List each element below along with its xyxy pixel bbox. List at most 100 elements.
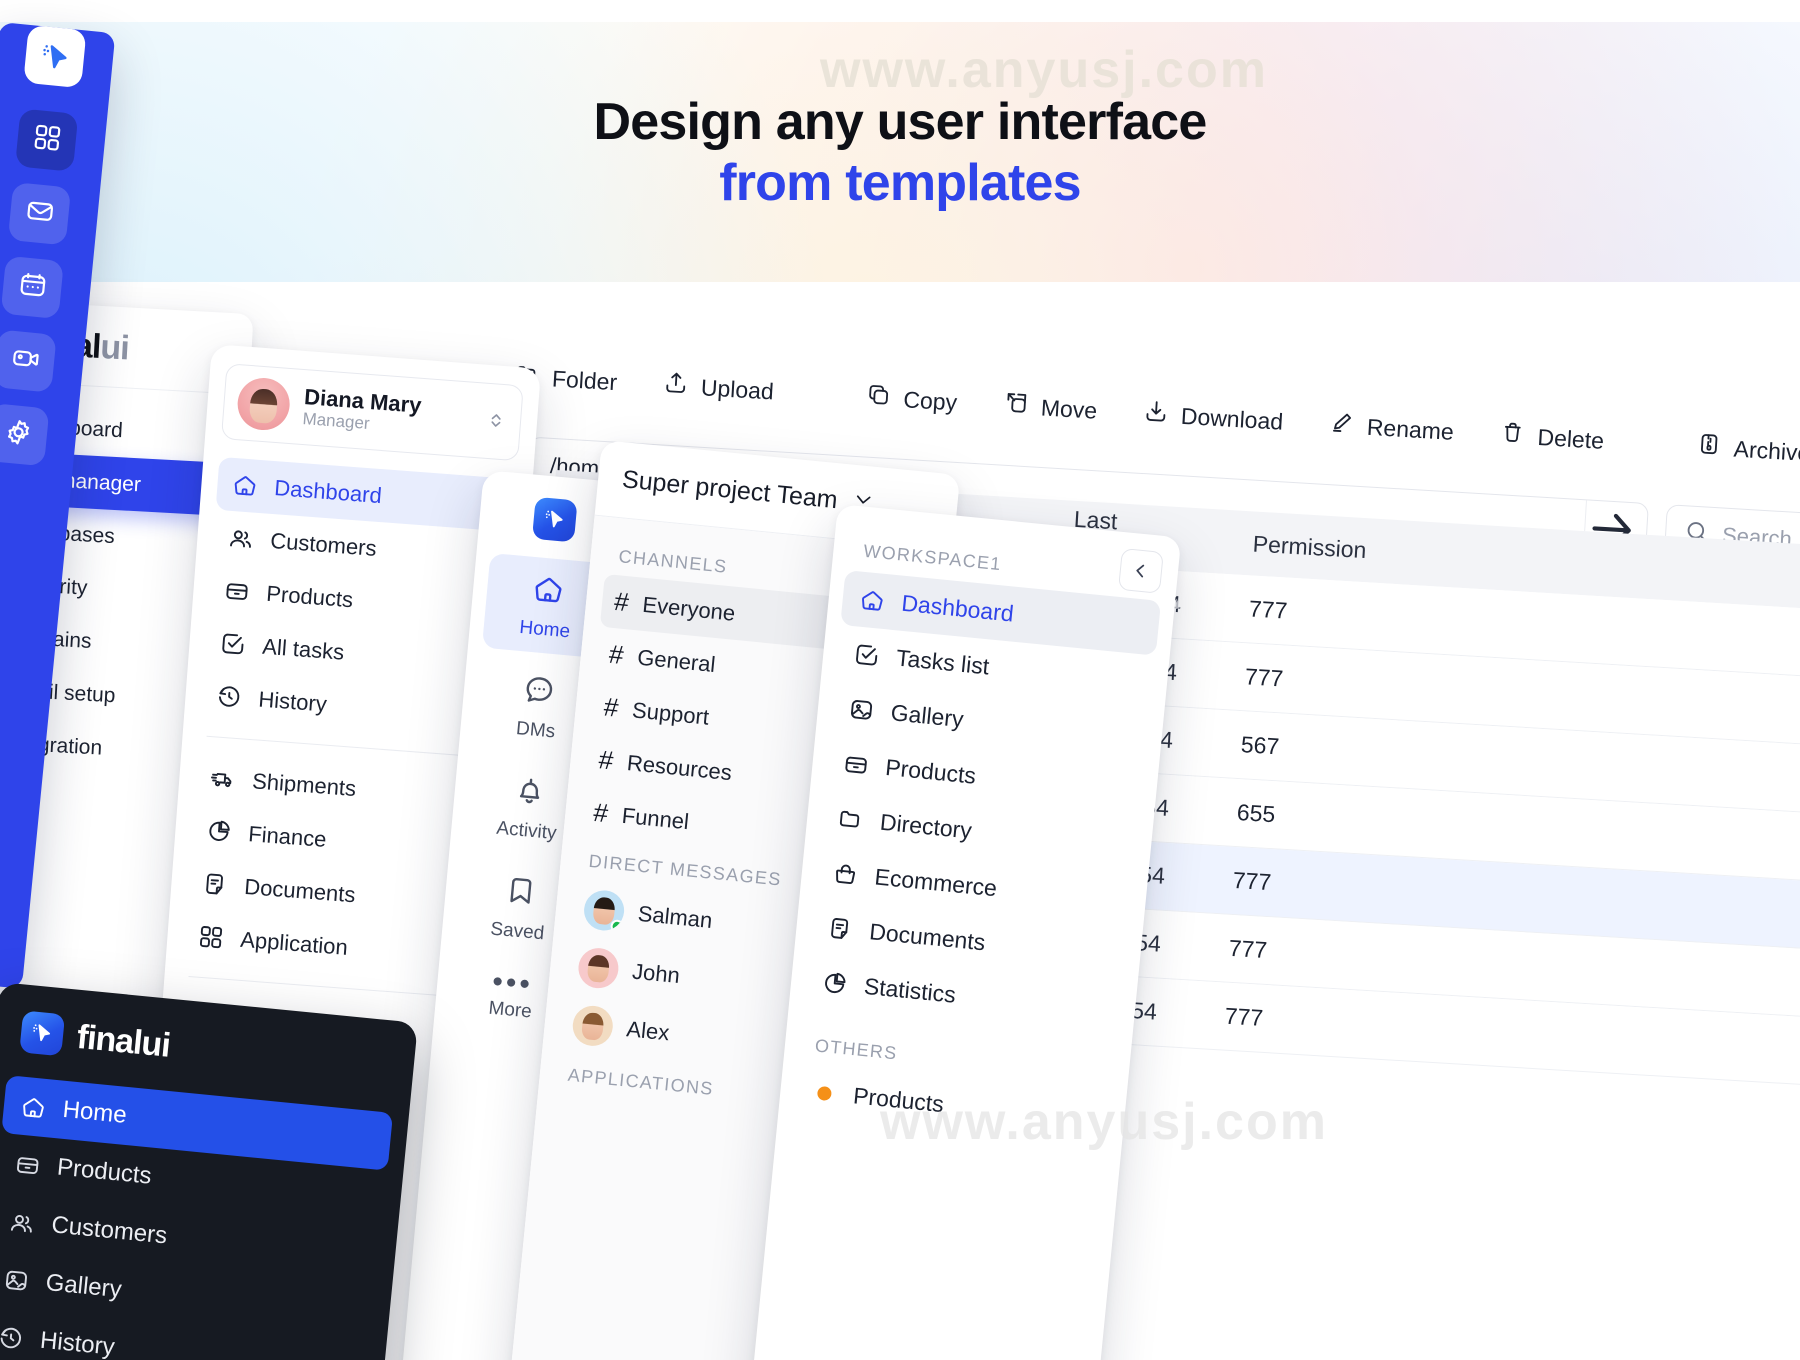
workspace-item-label: Products: [884, 753, 978, 789]
dm-name: Alex: [625, 1016, 671, 1046]
avatar: [576, 946, 621, 991]
toolbar-button-rename[interactable]: Rename: [1328, 409, 1455, 448]
profile-nav-item-2-label: Shipments: [251, 767, 358, 801]
avatar: [235, 376, 292, 432]
dark-sidebar-panel: finalui Home Products Customers Gallery Hist…: [0, 982, 418, 1360]
blue-rail-item-3[interactable]: [0, 329, 57, 393]
archive-icon: [1695, 430, 1723, 463]
profile-nav-item-2-label: Finance: [247, 820, 328, 852]
bag-icon: [831, 859, 861, 889]
cell-permission: 655: [1236, 799, 1276, 828]
toolbar-button-label: Folder: [551, 364, 618, 395]
toolbar-button-download[interactable]: Download: [1142, 398, 1284, 438]
workspace-item-label: Documents: [868, 918, 987, 956]
workspace-item-label: Gallery: [889, 699, 965, 733]
truck-icon: [208, 764, 237, 793]
chat-icon: [520, 671, 557, 714]
dark-nav-item-label: Home: [61, 1095, 128, 1129]
profile-nav-item-2-label: Application: [239, 926, 349, 960]
workspace-other-label: Products: [852, 1082, 945, 1118]
download-icon: [1142, 398, 1170, 431]
toolbar-button-label: Move: [1040, 393, 1098, 424]
brand-name-a: final: [75, 1017, 144, 1062]
check-square-icon: [219, 629, 248, 658]
avatar: [582, 888, 626, 933]
trash-icon: [1499, 419, 1527, 452]
avatar: [570, 1004, 615, 1048]
toolbar-divider: [1648, 420, 1652, 467]
grid-icon: [197, 923, 226, 952]
collapse-button[interactable]: [1117, 547, 1164, 594]
toolbar-button-label: Delete: [1536, 423, 1605, 454]
bookmark-icon: [502, 873, 539, 916]
profile-nav-item-label: Customers: [269, 527, 378, 561]
folder-icon: [836, 805, 866, 835]
toolbar-button-label: Download: [1180, 402, 1284, 435]
home-icon: [231, 471, 260, 500]
video-icon: [8, 342, 42, 381]
cell-permission: 777: [1232, 866, 1272, 896]
toolbar-divider: [818, 371, 822, 418]
dark-nav-item-label: History: [38, 1326, 116, 1360]
clock-icon: [215, 682, 244, 711]
workspace-item-label: Dashboard: [900, 589, 1015, 627]
profile-card[interactable]: Diana Mary Manager: [220, 363, 524, 462]
image-icon: [847, 695, 877, 725]
blue-rail-item-4[interactable]: [0, 403, 50, 467]
home-icon: [19, 1092, 49, 1122]
toolbar-button-move[interactable]: Move: [1002, 389, 1098, 427]
profile-nav-item-label: All tasks: [261, 633, 346, 665]
users-icon: [227, 524, 256, 553]
dark-nav-item-label: Products: [55, 1153, 153, 1190]
bell-icon: [511, 772, 548, 815]
dark-nav-item-label: Customers: [50, 1211, 169, 1250]
box-icon: [841, 750, 871, 780]
workspace-item-label: Directory: [878, 808, 974, 844]
headline-line-1: Design any user interface: [593, 93, 1208, 151]
dm-name: John: [631, 958, 682, 989]
pencil-icon: [1328, 409, 1356, 442]
profile-nav-item-2-label: Documents: [243, 873, 357, 907]
upload-icon: [662, 369, 690, 402]
users-icon: [7, 1208, 37, 1238]
toolbar-button-label: Rename: [1366, 413, 1455, 445]
channel-label: Resources: [625, 749, 734, 785]
finalui-logo-icon: [19, 1010, 66, 1057]
profile-nav-item-label: Products: [265, 580, 355, 612]
rail-logo[interactable]: [23, 24, 87, 89]
headline-line-2: from templates: [719, 154, 1081, 213]
dm-name: Salman: [636, 900, 714, 933]
image-icon: [2, 1265, 32, 1295]
cell-permission: 777: [1224, 1002, 1264, 1031]
pie-chart-icon: [205, 817, 234, 846]
rail-item-label: Activity: [495, 817, 558, 845]
workspace-item-label: Ecommerce: [873, 863, 999, 902]
home-icon: [529, 571, 566, 614]
brand-wordmark: finalui: [75, 1017, 171, 1065]
hash-icon: #: [597, 744, 615, 776]
copy-icon: [865, 381, 893, 414]
hash-icon: #: [607, 638, 626, 671]
page-title: Design any user interface from templates: [0, 92, 1800, 215]
rail-item-label: Home: [518, 616, 571, 643]
box-icon: [223, 577, 252, 606]
pie-chart-icon: [820, 969, 850, 999]
toolbar-button-label: Copy: [902, 385, 958, 415]
toolbar-button-label: Archive: [1732, 435, 1800, 466]
workspace-item-label: Statistics: [862, 972, 957, 1008]
blue-rail-item-2[interactable]: [0, 255, 64, 320]
chevron-updown-icon[interactable]: [484, 409, 508, 435]
cell-permission: 777: [1228, 934, 1268, 963]
toolbar-button-copy[interactable]: Copy: [865, 381, 958, 418]
rail-item-label: DMs: [515, 718, 557, 743]
toolbar-button-delete[interactable]: Delete: [1499, 419, 1605, 457]
toolbar-button-upload[interactable]: Upload: [662, 369, 775, 408]
status-dot-icon: [809, 1078, 839, 1108]
profile-nav-item-label: Dashboard: [273, 474, 383, 508]
cell-permission: 777: [1244, 663, 1285, 692]
hash-icon: #: [592, 797, 610, 829]
home-icon: [858, 586, 888, 616]
channel-label: Support: [631, 696, 711, 730]
toolbar-button-archive[interactable]: Archive: [1695, 430, 1800, 469]
clock-icon: [0, 1323, 26, 1353]
